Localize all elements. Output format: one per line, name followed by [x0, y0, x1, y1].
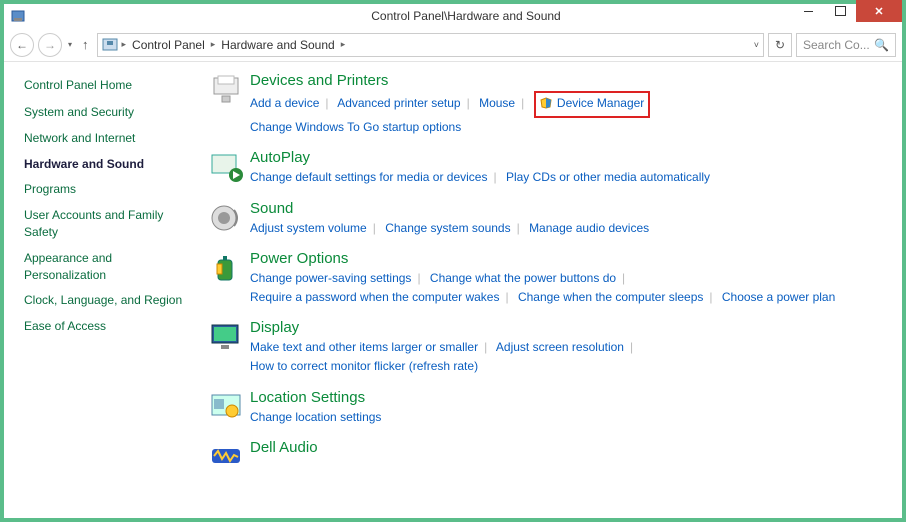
advanced-printer-setup-link[interactable]: Advanced printer setup — [337, 96, 460, 110]
address-bar[interactable]: ▸ Control Panel ▸ Hardware and Sound ▸ ˅ — [97, 33, 764, 57]
devices-printers-heading[interactable]: Devices and Printers — [250, 72, 882, 89]
windows-to-go-link[interactable]: Change Windows To Go startup options — [250, 120, 461, 134]
breadcrumb-hardware-sound[interactable]: Hardware and Sound — [217, 38, 338, 52]
control-panel-icon — [102, 37, 118, 53]
sound-icon — [208, 200, 244, 236]
search-icon: 🔍 — [874, 38, 889, 52]
display-icon — [208, 319, 244, 355]
minimize-button[interactable] — [792, 0, 824, 22]
power-options-heading[interactable]: Power Options — [250, 250, 882, 267]
autoplay-heading[interactable]: AutoPlay — [250, 149, 882, 166]
change-system-sounds-link[interactable]: Change system sounds — [385, 221, 510, 235]
require-password-link[interactable]: Require a password when the computer wak… — [250, 290, 499, 304]
location-settings-heading[interactable]: Location Settings — [250, 389, 882, 406]
sidebar-item-clock-language[interactable]: Clock, Language, and Region — [24, 292, 192, 309]
device-manager-link[interactable]: Device Manager — [557, 96, 644, 110]
sound-heading[interactable]: Sound — [250, 200, 882, 217]
up-button[interactable]: ↑ — [78, 37, 93, 52]
breadcrumb-control-panel[interactable]: Control Panel — [128, 38, 209, 52]
power-buttons-link[interactable]: Change what the power buttons do — [430, 271, 616, 285]
autoplay-icon — [208, 149, 244, 185]
control-panel-home-link[interactable]: Control Panel Home — [24, 78, 192, 92]
add-device-link[interactable]: Add a device — [250, 96, 319, 110]
history-dropdown[interactable]: ▾ — [66, 40, 74, 49]
sidebar-item-hardware-sound[interactable]: Hardware and Sound — [24, 156, 192, 173]
app-icon — [10, 8, 26, 24]
power-saving-link[interactable]: Change power-saving settings — [250, 271, 411, 285]
play-cds-link[interactable]: Play CDs or other media automatically — [506, 170, 710, 184]
chevron-right-icon[interactable]: ▸ — [341, 39, 346, 50]
sidebar-item-system-security[interactable]: System and Security — [24, 104, 192, 121]
back-button[interactable]: ← — [10, 33, 34, 57]
sidebar-item-programs[interactable]: Programs — [24, 181, 192, 198]
sidebar: Control Panel Home System and Security N… — [4, 62, 204, 518]
forward-button[interactable]: → — [38, 33, 62, 57]
power-options-icon — [208, 250, 244, 286]
maximize-button[interactable] — [824, 0, 856, 22]
sidebar-item-user-accounts[interactable]: User Accounts and Family Safety — [24, 207, 192, 241]
device-manager-highlight: Device Manager — [534, 91, 651, 118]
choose-power-plan-link[interactable]: Choose a power plan — [722, 290, 835, 304]
mouse-link[interactable]: Mouse — [479, 96, 515, 110]
dell-audio-icon — [208, 439, 244, 475]
shield-icon — [540, 96, 552, 115]
sidebar-item-appearance[interactable]: Appearance and Personalization — [24, 250, 192, 284]
screen-resolution-link[interactable]: Adjust screen resolution — [496, 340, 624, 354]
monitor-flicker-link[interactable]: How to correct monitor flicker (refresh … — [250, 359, 478, 373]
search-input[interactable]: Search Co... 🔍 — [796, 33, 896, 57]
main-content: Devices and Printers Add a device| Advan… — [204, 62, 902, 518]
title-bar: Control Panel\Hardware and Sound — [4, 4, 902, 28]
sidebar-item-network-internet[interactable]: Network and Internet — [24, 130, 192, 147]
address-dropdown-icon[interactable]: ˅ — [754, 40, 759, 50]
text-size-link[interactable]: Make text and other items larger or smal… — [250, 340, 478, 354]
window-title: Control Panel\Hardware and Sound — [30, 9, 902, 23]
chevron-right-icon[interactable]: ▸ — [122, 39, 127, 50]
refresh-button[interactable]: ↻ — [768, 33, 792, 57]
navigation-bar: ← → ▾ ↑ ▸ Control Panel ▸ Hardware and S… — [4, 28, 902, 62]
change-media-defaults-link[interactable]: Change default settings for media or dev… — [250, 170, 487, 184]
display-heading[interactable]: Display — [250, 319, 882, 336]
location-settings-icon — [208, 389, 244, 425]
close-button[interactable] — [856, 0, 902, 22]
search-placeholder: Search Co... — [803, 38, 870, 52]
chevron-right-icon[interactable]: ▸ — [211, 39, 216, 50]
change-location-link[interactable]: Change location settings — [250, 410, 381, 424]
adjust-volume-link[interactable]: Adjust system volume — [250, 221, 367, 235]
dell-audio-heading[interactable]: Dell Audio — [250, 439, 882, 456]
sidebar-item-ease-of-access[interactable]: Ease of Access — [24, 318, 192, 335]
computer-sleeps-link[interactable]: Change when the computer sleeps — [518, 290, 703, 304]
manage-audio-devices-link[interactable]: Manage audio devices — [529, 221, 649, 235]
devices-printers-icon — [208, 72, 244, 108]
